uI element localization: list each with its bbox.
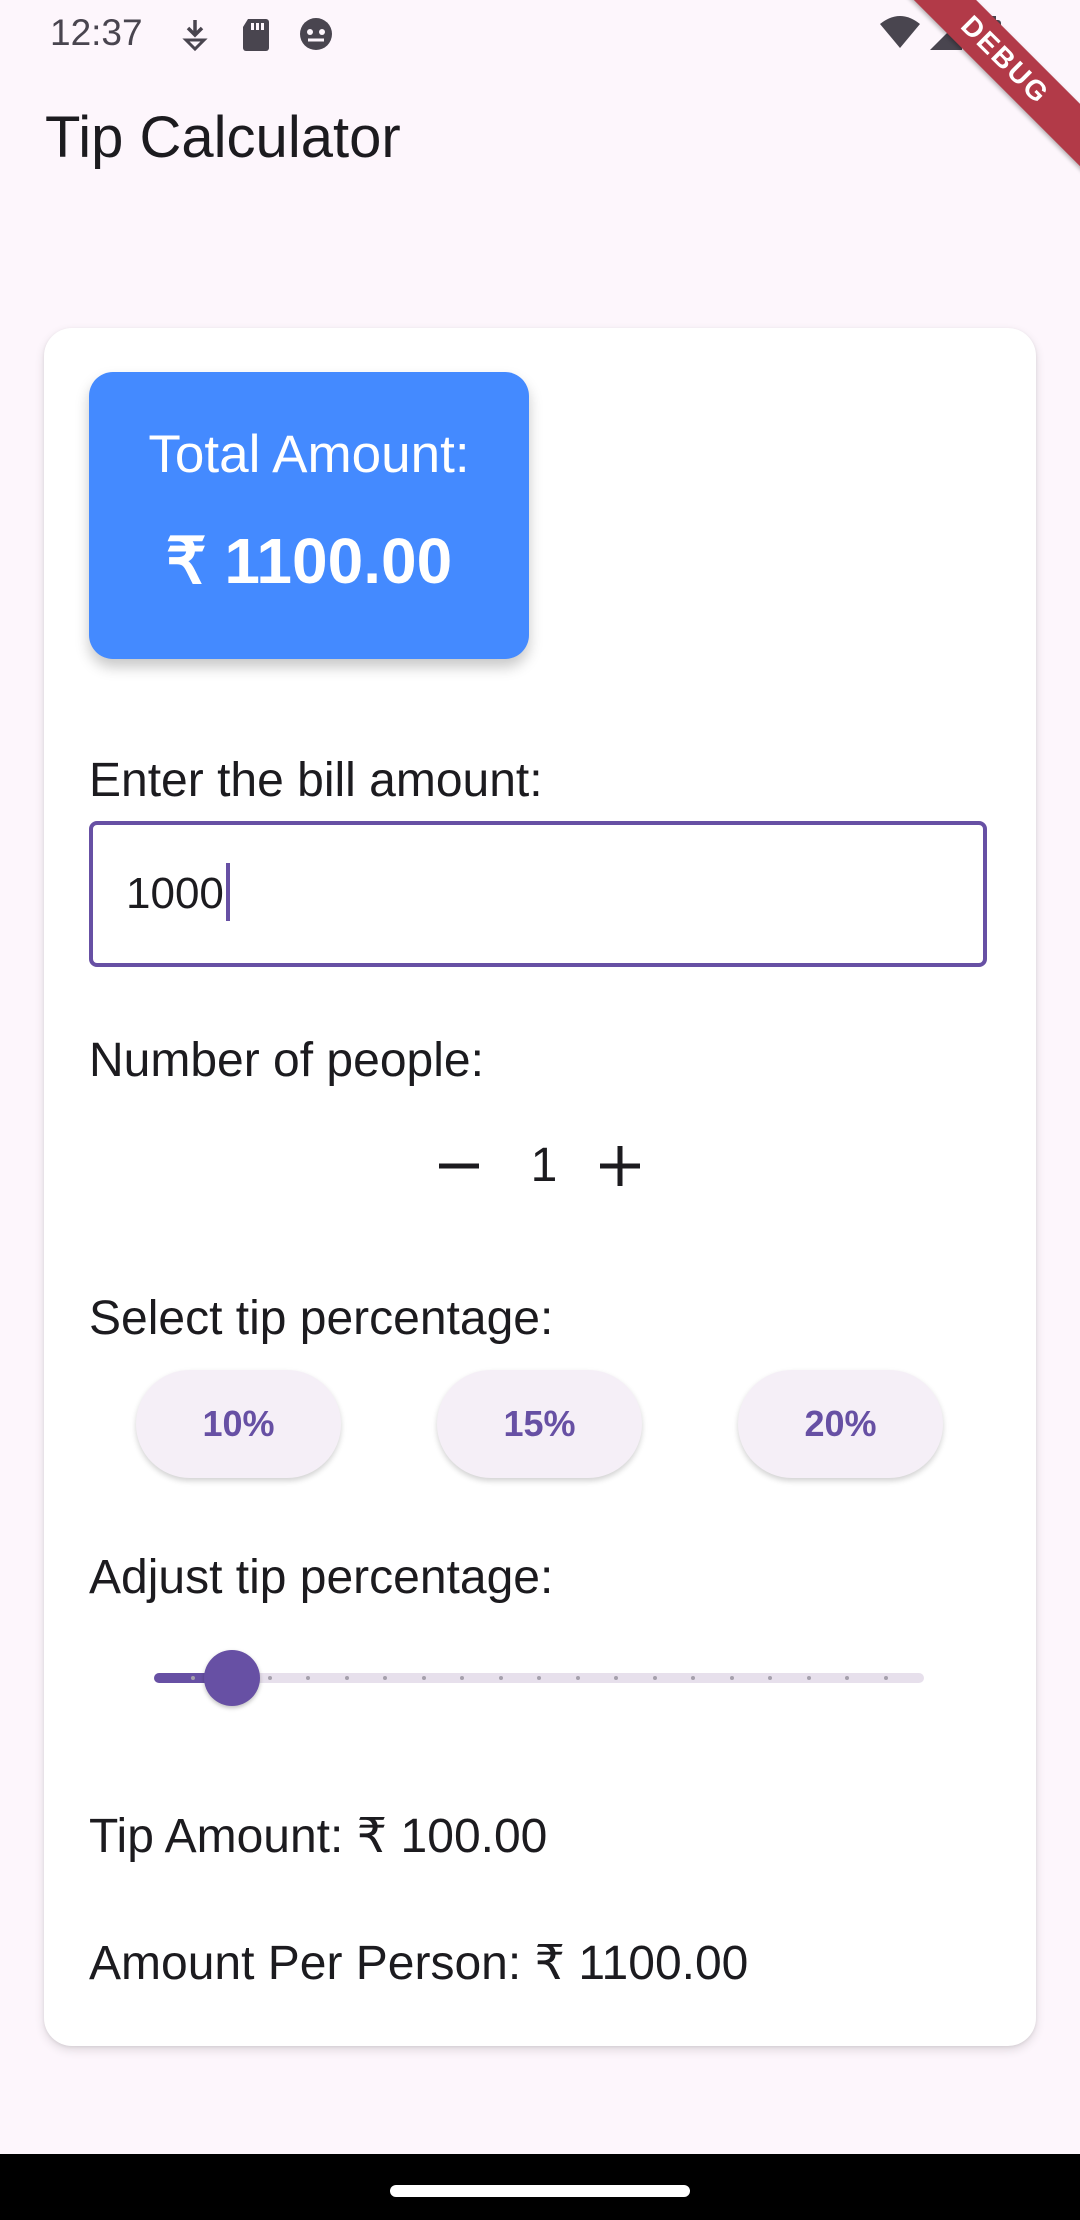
slider-tick [768, 1676, 772, 1680]
tip-amount-text: Tip Amount: ₹ 100.00 [89, 1810, 548, 1863]
slider-tick [883, 1676, 888, 1680]
slider-tick [614, 1676, 618, 1680]
amount-per-person-text: Amount Per Person: ₹ 1100.00 [89, 1937, 749, 1990]
total-amount-label: Total Amount: [148, 425, 470, 484]
slider-tick [498, 1676, 503, 1680]
wifi-icon [878, 14, 920, 54]
plus-icon [600, 1146, 640, 1186]
total-amount-box: Total Amount: ₹ 1100.00 [89, 372, 529, 659]
tip-adjust-label: Adjust tip percentage: [89, 1551, 554, 1604]
calculator-card: Total Amount: ₹ 1100.00 Enter the bill a… [44, 328, 1036, 2046]
people-label: Number of people: [89, 1034, 484, 1087]
slider-tick [306, 1676, 310, 1680]
slider-tick [383, 1676, 387, 1680]
slider-tick [652, 1676, 657, 1680]
slider-tick [190, 1676, 195, 1680]
page-title: Tip Calculator [45, 105, 401, 170]
bill-amount-value-wrapper: 1000 [126, 863, 230, 922]
increment-people-button[interactable] [590, 1136, 650, 1196]
slider-tick [845, 1676, 849, 1680]
people-count: 1 [530, 1139, 558, 1192]
slider-tick [729, 1676, 734, 1680]
minus-icon [439, 1163, 479, 1169]
tip-percentage-slider[interactable] [154, 1648, 924, 1708]
status-time: 12:37 [50, 12, 143, 53]
bill-amount-input[interactable]: 1000 [89, 821, 987, 967]
android-debug-icon [296, 14, 336, 54]
tip-20-button[interactable]: 20% [738, 1370, 943, 1478]
tip-15-button[interactable]: 15% [437, 1370, 642, 1478]
download-icon [175, 14, 215, 54]
slider-tick [806, 1676, 811, 1680]
sd-card-icon [236, 14, 276, 54]
tip-10-button[interactable]: 10% [136, 1370, 341, 1478]
text-caret [225, 863, 230, 922]
slider-tick [267, 1676, 272, 1680]
status-bar: 12:37 [0, 0, 1080, 66]
bill-amount-label: Enter the bill amount: [89, 754, 543, 807]
slider-tick [537, 1676, 541, 1680]
bill-amount-value: 1000 [126, 869, 224, 918]
slider-tick [460, 1676, 464, 1680]
slider-thumb[interactable] [204, 1650, 260, 1706]
tip-select-label: Select tip percentage: [89, 1292, 554, 1345]
decrement-people-button[interactable] [429, 1136, 489, 1196]
slider-tick [421, 1676, 426, 1680]
total-amount-value: ₹ 1100.00 [165, 525, 453, 597]
slider-tick [575, 1676, 580, 1680]
slider-tick [344, 1676, 349, 1680]
slider-tick [691, 1676, 695, 1680]
home-indicator[interactable] [390, 2185, 690, 2197]
